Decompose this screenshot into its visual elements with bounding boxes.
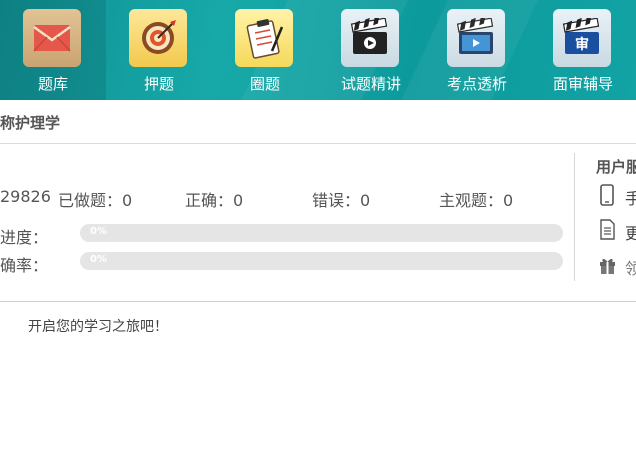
nav-label: 圈题 <box>249 75 280 93</box>
nav-label: 押题 <box>143 75 174 93</box>
phone-icon <box>598 184 616 206</box>
subjective-count: 主观题：0 <box>439 191 514 210</box>
user-service-item-gift[interactable]: 领 <box>598 254 636 278</box>
nav-label: 试题精讲 <box>340 75 401 93</box>
welcome-message: 开启您的学习之旅吧！ <box>28 319 168 335</box>
accuracy-text: 0% <box>90 254 107 265</box>
done-count: 已做题：0 <box>58 191 133 210</box>
progress-bar: 0% <box>80 224 563 242</box>
nav-label: 面审辅导 <box>552 75 613 93</box>
accuracy-bar: 0% <box>80 252 563 270</box>
subject-title: 职称护理学 <box>0 114 61 132</box>
nav-item-mianshen-fudao[interactable]: 审 面审辅导 <box>530 0 636 100</box>
document-icon <box>598 219 616 241</box>
nav-item-tiku[interactable]: 题库 <box>0 0 106 100</box>
user-service-item-document[interactable]: 更 <box>598 219 636 243</box>
nav-item-yati[interactable]: 押题 <box>106 0 212 100</box>
clapperboard-icon <box>341 9 399 67</box>
nav-item-shiti-jingjiang[interactable]: 试题精讲 <box>318 0 424 100</box>
nav-item-kaodian-touxi[interactable]: 考点透析 <box>424 0 530 100</box>
review-clapperboard-icon: 审 <box>553 9 611 67</box>
video-player-icon <box>447 9 505 67</box>
progress-label: 进度： <box>0 228 49 247</box>
user-service-item-phone[interactable]: 手 <box>598 184 636 208</box>
user-service-label: 更 <box>625 224 636 243</box>
target-icon <box>129 9 187 67</box>
user-service-title: 用户服 <box>596 158 636 176</box>
panel-divider <box>574 153 575 281</box>
subject-bar: 职称护理学 <box>0 100 636 144</box>
envelope-icon <box>23 9 81 67</box>
user-service-label: 手 <box>625 189 636 208</box>
user-id-fragment: 29826 <box>0 187 51 206</box>
section-divider <box>0 301 636 302</box>
progress-text: 0% <box>90 226 107 237</box>
review-char: 审 <box>575 36 589 53</box>
clipboard-icon <box>235 9 293 67</box>
user-service-label: 领 <box>625 259 636 278</box>
accuracy-label: 确率： <box>0 256 49 275</box>
gift-icon <box>598 254 616 276</box>
nav-label: 题库 <box>37 75 68 93</box>
top-navigation: 题库 押题 圈题 试题精讲 考点透析 审 面审辅导 <box>0 0 636 100</box>
nav-item-quanti[interactable]: 圈题 <box>212 0 318 100</box>
wrong-count: 错误：0 <box>312 191 371 210</box>
nav-label: 考点透析 <box>446 75 507 93</box>
correct-count: 正确：0 <box>185 191 244 210</box>
